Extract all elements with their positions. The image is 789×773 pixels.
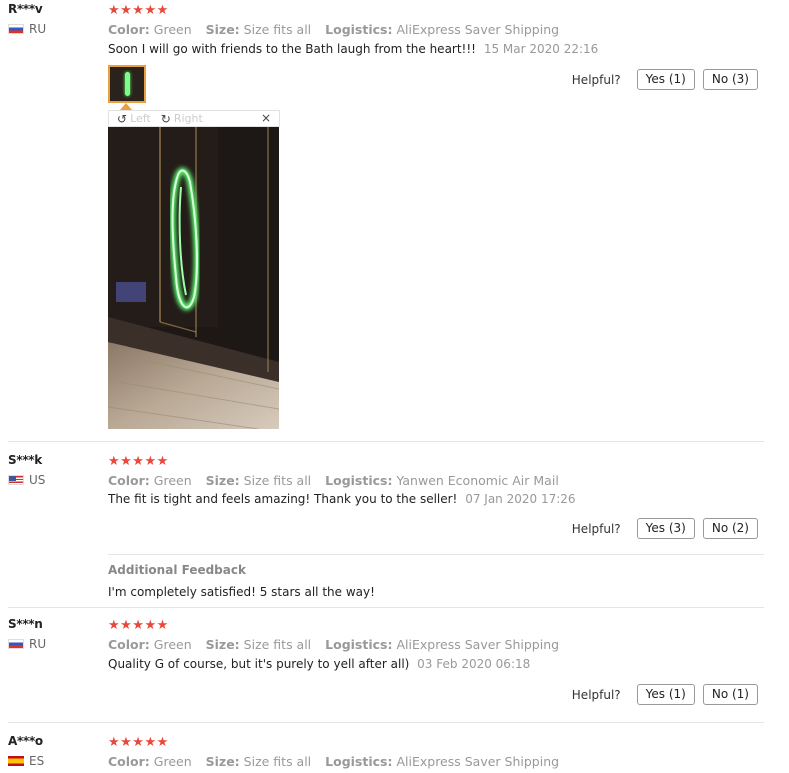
review-date: 03 Feb 2020 06:18 <box>417 657 531 671</box>
review-4: A***o ES ★★★★★ Color: Green Size: Size f… <box>0 734 764 773</box>
reviewer-country: US <box>8 473 45 487</box>
review-2: S***k US ★★★★★ Color: Green Size: Size f… <box>0 453 764 603</box>
thumbnail-pointer <box>120 103 132 110</box>
russia-flag-icon <box>8 639 24 649</box>
review-attributes: Color: Green Size: Size fits all Logisti… <box>108 754 560 769</box>
reviewer-name: A***o <box>8 734 43 748</box>
review-divider <box>8 441 764 442</box>
review-photo <box>108 127 279 429</box>
additional-feedback-text: I'm completely satisfied! 5 stars all th… <box>108 585 375 599</box>
rotate-left-button[interactable]: Left <box>130 112 151 125</box>
review-date: 07 Jan 2020 17:26 <box>465 492 576 506</box>
helpful-yes-button[interactable]: Yes (3) <box>636 518 695 539</box>
rotate-right-icon[interactable]: ↻ <box>161 112 171 126</box>
reviewer-name: S***n <box>8 617 43 631</box>
helpful-votes: Helpful? Yes (1) No (1) <box>572 684 758 705</box>
review-divider <box>8 722 764 723</box>
rotate-left-icon[interactable]: ↺ <box>117 112 127 126</box>
review-attributes: Color: Green Size: Size fits all Logisti… <box>108 22 560 37</box>
helpful-votes: Helpful? Yes (1) No (3) <box>572 69 758 90</box>
close-icon[interactable]: × <box>261 111 271 125</box>
photo-viewer-toolbar: ↺ Left ↻ Right × <box>108 110 280 127</box>
review-text: Quality G of course, but it's purely to … <box>108 657 531 671</box>
review-1: R***v RU ★★★★★ Color: Green Size: Size f… <box>0 2 764 432</box>
review-divider <box>8 607 764 608</box>
reviewer-country: ES <box>8 754 44 768</box>
usa-flag-icon <box>8 475 24 485</box>
review-date: 15 Mar 2020 22:16 <box>483 42 599 56</box>
reviewer-name: R***v <box>8 2 43 16</box>
review-3: S***n RU ★★★★★ Color: Green Size: Size f… <box>0 617 764 717</box>
review-text: The fit is tight and feels amazing! Than… <box>108 492 576 506</box>
reviewer-name: S***k <box>8 453 42 467</box>
additional-feedback-divider <box>108 554 764 555</box>
helpful-no-button[interactable]: No (3) <box>702 69 758 90</box>
helpful-label: Helpful? <box>571 687 621 702</box>
spain-flag-icon <box>8 756 24 766</box>
rotate-right-button[interactable]: Right <box>174 112 203 125</box>
review-attributes: Color: Green Size: Size fits all Logisti… <box>108 473 559 488</box>
helpful-votes: Helpful? Yes (3) No (2) <box>572 518 758 539</box>
review-photo-thumbnail[interactable] <box>108 65 146 103</box>
review-text: Soon I will go with friends to the Bath … <box>108 42 599 56</box>
helpful-label: Helpful? <box>571 521 621 536</box>
russia-flag-icon <box>8 24 24 34</box>
star-rating: ★★★★★ <box>108 454 169 469</box>
helpful-no-button[interactable]: No (1) <box>702 684 758 705</box>
review-attributes: Color: Green Size: Size fits all Logisti… <box>108 637 560 652</box>
star-rating: ★★★★★ <box>108 735 169 750</box>
helpful-no-button[interactable]: No (2) <box>702 518 758 539</box>
reviewer-country: RU <box>8 637 46 651</box>
reviewer-country: RU <box>8 22 46 36</box>
star-rating: ★★★★★ <box>108 618 169 633</box>
additional-feedback-title: Additional Feedback <box>108 563 246 577</box>
helpful-yes-button[interactable]: Yes (1) <box>636 684 695 705</box>
helpful-label: Helpful? <box>571 72 621 87</box>
star-rating: ★★★★★ <box>108 3 169 18</box>
helpful-yes-button[interactable]: Yes (1) <box>636 69 695 90</box>
photo-viewer: ↺ Left ↻ Right × <box>108 110 280 430</box>
